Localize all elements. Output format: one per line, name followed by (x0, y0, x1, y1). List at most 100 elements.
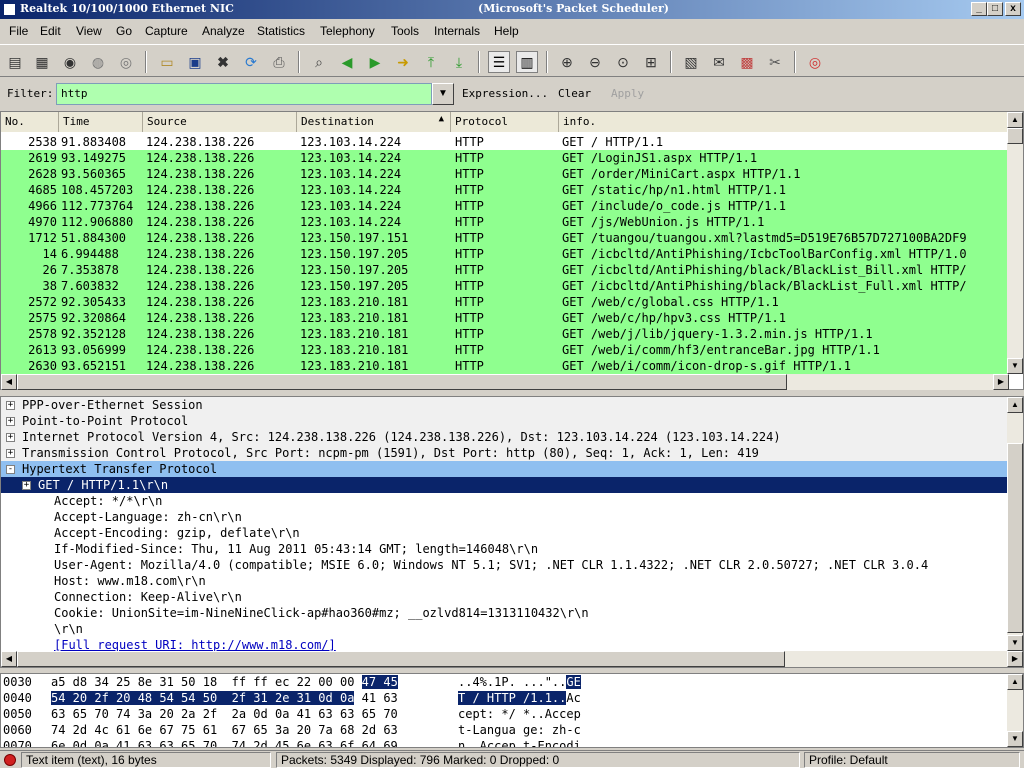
detail-row[interactable]: Accept: */*\r\n (1, 493, 1007, 509)
save-icon[interactable]: ▣ (184, 51, 206, 73)
open-folder-icon[interactable]: ▭ (156, 51, 178, 73)
expand-icon[interactable]: + (22, 481, 31, 490)
packet-row[interactable]: 2619 93.149275 124.238.138.226 123.103.14.2… (1, 150, 1009, 166)
go-to-packet-icon[interactable]: ➜ (392, 51, 414, 73)
hex-bytes[interactable]: 63 65 70 74 3a 20 2a 2f 2a 0d 0a 41 63 6… (51, 708, 398, 721)
scroll-down-icon[interactable]: ▼ (1007, 635, 1023, 651)
scroll-right-icon[interactable]: ▶ (993, 374, 1009, 390)
go-back-icon[interactable]: ◀ (336, 51, 358, 73)
hex-ascii[interactable]: n..Accep t-Encodi (458, 740, 581, 748)
column-header-protocol[interactable]: Protocol (451, 112, 559, 132)
column-header-destination[interactable]: Destination ▲ (297, 112, 451, 132)
column-header-source[interactable]: Source (143, 112, 297, 132)
hex-ascii[interactable]: ..4%.1P. ..."..GE (458, 675, 581, 689)
expand-icon[interactable]: + (6, 433, 15, 442)
collapse-icon[interactable]: - (6, 465, 15, 474)
detail-row[interactable]: + GET / HTTP/1.1\r\n (1, 477, 1007, 493)
apply-button[interactable]: Apply (611, 87, 644, 100)
detail-row[interactable]: \r\n (1, 621, 1007, 637)
bytes-vscroll[interactable]: ▲ ▼ (1007, 674, 1023, 747)
packet-row[interactable]: 2575 92.320864 124.238.138.226 123.183.210.… (1, 310, 1009, 326)
capture-filters-icon[interactable]: ▧ (680, 51, 702, 73)
scroll-up-icon[interactable]: ▲ (1007, 397, 1023, 413)
menu-file[interactable]: File (9, 24, 28, 38)
detail-row[interactable]: User-Agent: Mozilla/4.0 (compatible; MSI… (1, 557, 1007, 573)
menu-statistics[interactable]: Statistics (257, 24, 305, 38)
maximize-button[interactable]: □ (987, 2, 1003, 16)
hex-ascii[interactable]: t-Langua ge: zh-c (458, 724, 581, 737)
packet-row[interactable]: 4970 112.906880 124.238.138.226 123.103.14.… (1, 214, 1009, 230)
scroll-up-icon[interactable]: ▲ (1007, 674, 1023, 690)
scroll-left-icon[interactable]: ◀ (1, 651, 17, 667)
filter-dropdown-button[interactable]: ▼ (432, 83, 454, 105)
detail-row[interactable]: Host: www.m18.com\r\n (1, 573, 1007, 589)
menu-capture[interactable]: Capture (145, 24, 188, 38)
packet-row[interactable]: 2538 91.883408 124.238.138.226 123.103.14.2… (1, 134, 1009, 150)
hex-ascii[interactable]: T / HTTP /1.1..Ac (458, 691, 581, 705)
expand-icon[interactable]: + (6, 401, 15, 410)
display-filters-icon[interactable]: ✉ (708, 51, 730, 73)
expert-info-icon[interactable] (4, 754, 16, 766)
scroll-left-icon[interactable]: ◀ (1, 374, 17, 390)
full-request-uri-link[interactable]: [Full request URI: http://www.m18.com/] (54, 637, 336, 651)
packet-row[interactable]: 2628 93.560365 124.238.138.226 123.103.14.2… (1, 166, 1009, 182)
status-profile[interactable]: Profile: Default (804, 752, 1020, 768)
packet-row[interactable]: 2613 93.056999 124.238.138.226 123.183.210.… (1, 342, 1009, 358)
detail-row[interactable]: - Hypertext Transfer Protocol (1, 461, 1007, 477)
expand-icon[interactable]: + (6, 417, 15, 426)
menu-tools[interactable]: Tools (391, 24, 419, 38)
column-header-time[interactable]: Time (59, 112, 143, 132)
packet-list-vscroll[interactable]: ▲ ▼ (1007, 112, 1023, 374)
auto-scroll-icon[interactable]: ▥ (516, 51, 538, 73)
zoom-out-icon[interactable]: ⊖ (584, 51, 606, 73)
restart-capture-icon[interactable]: ◎ (115, 51, 137, 73)
zoom-in-icon[interactable]: ⊕ (556, 51, 578, 73)
packet-row[interactable]: 1712 51.884300 124.238.138.226 123.150.197.… (1, 230, 1009, 246)
hex-ascii[interactable]: cept: */ *..Accep (458, 708, 581, 721)
packet-row[interactable]: 14 6.994488 124.238.138.226 123.150.197.205… (1, 246, 1009, 262)
filter-input[interactable]: http (56, 83, 432, 105)
expand-icon[interactable]: + (6, 449, 15, 458)
start-capture-icon[interactable]: ◉ (59, 51, 81, 73)
menu-edit[interactable]: Edit (40, 24, 61, 38)
hex-bytes[interactable]: 54 20 2f 20 48 54 54 50 2f 31 2e 31 0d 0… (51, 691, 398, 705)
column-header-info[interactable]: info. (559, 112, 1009, 132)
stop-capture-icon[interactable]: ◍ (87, 51, 109, 73)
menu-go[interactable]: Go (116, 24, 132, 38)
zoom-normal-icon[interactable]: ⊙ (612, 51, 634, 73)
packet-row[interactable]: 2630 93.652151 124.238.138.226 123.183.210.… (1, 358, 1009, 374)
detail-row[interactable]: + PPP-over-Ethernet Session (1, 397, 1007, 413)
detail-row[interactable]: Connection: Keep-Alive\r\n (1, 589, 1007, 605)
scroll-down-icon[interactable]: ▼ (1007, 358, 1023, 374)
details-hscroll[interactable]: ◀ ▶ (1, 651, 1023, 667)
menu-internals[interactable]: Internals (434, 24, 480, 38)
detail-row[interactable]: + Transmission Control Protocol, Src Port… (1, 445, 1007, 461)
hex-bytes[interactable]: 6e 0d 0a 41 63 63 65 70 74 2d 45 6e 63 6… (51, 740, 398, 748)
packet-row[interactable]: 38 7.603832 124.238.138.226 123.150.197.205… (1, 278, 1009, 294)
preferences-icon[interactable]: ✂ (764, 51, 786, 73)
detail-row[interactable]: + Internet Protocol Version 4, Src: 124.2… (1, 429, 1007, 445)
first-packet-icon[interactable]: ⤒ (420, 51, 442, 73)
scroll-thumb[interactable] (1007, 128, 1023, 144)
packet-row[interactable]: 2578 92.352128 124.238.138.226 123.183.210.… (1, 326, 1009, 342)
menu-telephony[interactable]: Telephony (320, 24, 375, 38)
interface-list-icon[interactable]: ▤ (4, 51, 26, 73)
menu-help[interactable]: Help (494, 24, 519, 38)
packet-row[interactable]: 26 7.353878 124.238.138.226 123.150.197.205… (1, 262, 1009, 278)
help-icon[interactable]: ◎ (804, 51, 826, 73)
print-icon[interactable]: ⎙ (268, 51, 290, 73)
detail-row[interactable]: Accept-Language: zh-cn\r\n (1, 509, 1007, 525)
detail-row[interactable]: + Point-to-Point Protocol (1, 413, 1007, 429)
go-forward-icon[interactable]: ▶ (364, 51, 386, 73)
scroll-thumb[interactable] (17, 651, 785, 667)
packet-row[interactable]: 4966 112.773764 124.238.138.226 123.103.14.… (1, 198, 1009, 214)
column-header-no[interactable]: No. (1, 112, 59, 132)
hex-bytes[interactable]: a5 d8 34 25 8e 31 50 18 ff ff ec 22 00 0… (51, 675, 398, 689)
clear-button[interactable]: Clear (558, 87, 591, 100)
detail-row[interactable]: Accept-Encoding: gzip, deflate\r\n (1, 525, 1007, 541)
coloring-rules-icon[interactable]: ▩ (736, 51, 758, 73)
resize-columns-icon[interactable]: ⊞ (640, 51, 662, 73)
scroll-thumb[interactable] (1007, 443, 1023, 633)
menu-view[interactable]: View (76, 24, 102, 38)
detail-row[interactable]: If-Modified-Since: Thu, 11 Aug 2011 05:4… (1, 541, 1007, 557)
